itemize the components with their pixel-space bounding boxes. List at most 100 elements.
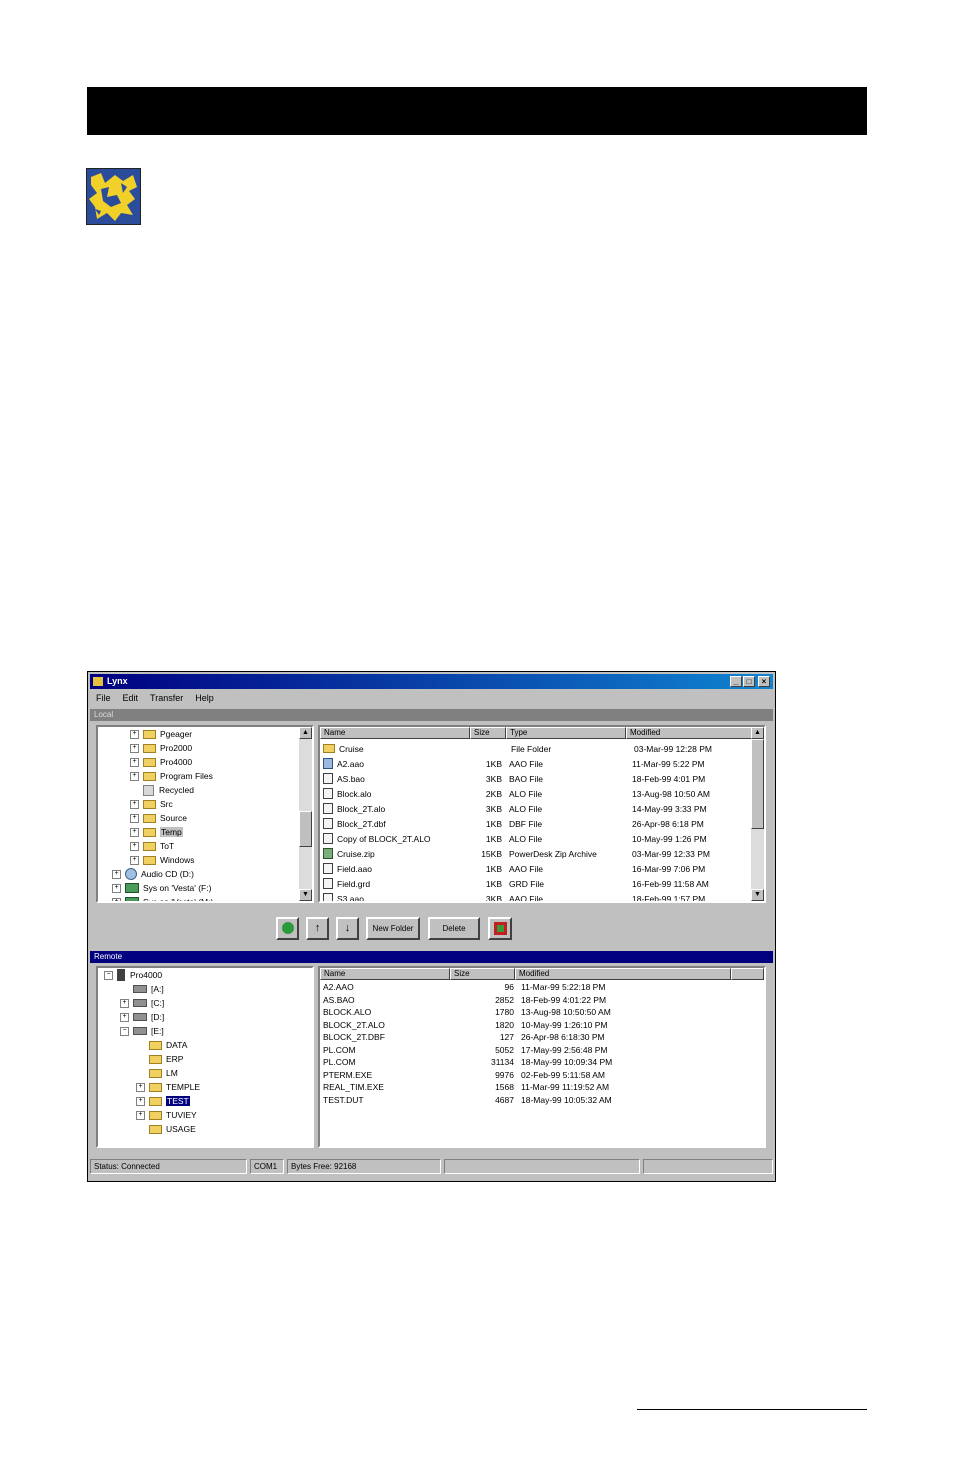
download-button[interactable]: ↓ bbox=[336, 917, 359, 940]
tree-item[interactable]: + Source bbox=[130, 811, 187, 825]
tree-item[interactable]: − [E:] bbox=[120, 1024, 164, 1038]
file-row[interactable]: BLOCK_2T.ALO 1820 10-May-99 1:26:10 PM bbox=[320, 1019, 737, 1032]
file-row[interactable]: REAL_TIM.EXE 1568 11-Mar-99 11:19:52 AM bbox=[320, 1081, 737, 1094]
column-header-modified[interactable]: Modified bbox=[515, 968, 731, 980]
file-row[interactable]: AS.bao 3KB BAO File 18-Feb-99 4:01 PM bbox=[320, 771, 761, 786]
column-header-size[interactable]: Size bbox=[450, 968, 515, 980]
file-row[interactable]: BLOCK_2T.DBF 127 26-Apr-98 6:18:30 PM bbox=[320, 1031, 737, 1044]
expand-toggle-icon[interactable]: + bbox=[130, 771, 139, 781]
tree-item[interactable]: + Windows bbox=[130, 853, 194, 867]
delete-button[interactable]: Delete bbox=[428, 917, 480, 940]
tree-item[interactable]: + Src bbox=[130, 797, 173, 811]
expand-toggle-icon[interactable]: − bbox=[120, 1026, 129, 1036]
file-size: 1KB bbox=[485, 833, 502, 844]
tree-item[interactable]: LM bbox=[136, 1066, 178, 1080]
local-tree-scrollbar[interactable]: ▲ ▼ bbox=[299, 727, 312, 901]
refresh-button[interactable] bbox=[276, 917, 299, 940]
tree-item[interactable]: + ToT bbox=[130, 839, 174, 853]
file-row[interactable]: PL.COM 5052 17-May-99 2:56:48 PM bbox=[320, 1044, 737, 1057]
expand-toggle-icon[interactable]: − bbox=[104, 970, 113, 980]
menu-help[interactable]: Help bbox=[195, 693, 214, 703]
expand-toggle-icon[interactable]: + bbox=[136, 1082, 145, 1092]
network-drive-icon bbox=[125, 883, 139, 893]
tree-item[interactable]: + Pro2000 bbox=[130, 741, 192, 755]
tree-item[interactable]: + TEMPLE bbox=[136, 1080, 200, 1094]
menu-file[interactable]: File bbox=[96, 693, 111, 703]
new-folder-button[interactable]: New Folder bbox=[366, 917, 420, 940]
file-row[interactable]: BLOCK.ALO 1780 13-Aug-98 10:50:50 AM bbox=[320, 1006, 737, 1019]
disconnect-button[interactable] bbox=[488, 917, 512, 940]
file-row[interactable]: AS.BAO 2852 18-Feb-99 4:01:22 PM bbox=[320, 994, 737, 1007]
file-row[interactable]: Block_2T.dbf 1KB DBF File 26-Apr-98 6:18 PM bbox=[320, 816, 761, 831]
file-row[interactable]: Field.grd 1KB GRD File 16-Feb-99 11:58 AM bbox=[320, 876, 761, 891]
maximize-button[interactable]: □ bbox=[743, 676, 755, 687]
file-row[interactable]: S3.aao 3KB AAO File 18-Feb-99 1:57 PM bbox=[320, 891, 761, 901]
expand-toggle-icon[interactable]: + bbox=[136, 1096, 145, 1106]
tree-item[interactable]: + TEST bbox=[136, 1094, 190, 1108]
scroll-down-arrow-icon[interactable]: ▼ bbox=[751, 889, 764, 901]
expand-toggle-icon[interactable]: + bbox=[136, 1110, 145, 1120]
file-row[interactable]: Cruise.zip 15KB PowerDesk Zip Archive 03-Ma… bbox=[320, 846, 761, 861]
minimize-button[interactable]: _ bbox=[730, 676, 742, 687]
tree-item[interactable]: DATA bbox=[136, 1038, 187, 1052]
expand-toggle-icon[interactable]: + bbox=[112, 869, 121, 879]
tree-item[interactable]: USAGE bbox=[136, 1122, 196, 1136]
tree-item[interactable]: Recycled bbox=[130, 783, 194, 797]
file-row[interactable]: Block.alo 2KB ALO File 13-Aug-98 10:50 AM bbox=[320, 786, 761, 801]
expand-toggle-icon[interactable]: + bbox=[130, 855, 139, 865]
file-row[interactable]: PTERM.EXE 9976 02-Feb-99 5:11:58 AM bbox=[320, 1069, 737, 1082]
tree-item[interactable]: [A:] bbox=[120, 982, 164, 996]
expand-toggle-icon[interactable]: + bbox=[130, 743, 139, 753]
tree-item[interactable]: + Audio CD (D:) bbox=[112, 867, 194, 881]
file-row[interactable]: PL.COM 31134 18-May-99 10:09:34 PM bbox=[320, 1056, 737, 1069]
column-header-size[interactable]: Size bbox=[470, 727, 506, 739]
tree-item[interactable]: + Program Files bbox=[130, 769, 213, 783]
tree-item[interactable]: + Sys on 'Vesta' (F:) bbox=[112, 881, 211, 895]
tree-item[interactable]: + Pgeager bbox=[130, 727, 192, 741]
file-row[interactable]: Cruise File Folder 03-Mar-99 12:28 PM bbox=[320, 741, 763, 756]
remote-file-list[interactable]: Name Size Modified A2.AAO 96 11-Mar-99 5:2… bbox=[318, 966, 766, 1148]
tree-item[interactable]: ERP bbox=[136, 1052, 183, 1066]
scroll-thumb[interactable] bbox=[751, 739, 764, 829]
expand-toggle-icon[interactable]: + bbox=[112, 897, 121, 901]
local-list-scrollbar[interactable]: ▲ ▼ bbox=[751, 727, 764, 901]
file-row[interactable]: Block_2T.alo 3KB ALO File 14-May-99 3:33 PM bbox=[320, 801, 761, 816]
file-row[interactable]: A2.AAO 96 11-Mar-99 5:22:18 PM bbox=[320, 981, 737, 994]
file-row[interactable]: A2.aao 1KB AAO File 11-Mar-99 5:22 PM bbox=[320, 756, 761, 771]
tree-item[interactable]: + Temp bbox=[130, 825, 183, 839]
expand-toggle-icon[interactable]: + bbox=[130, 729, 139, 739]
expand-toggle-icon[interactable]: + bbox=[112, 883, 121, 893]
column-header-type[interactable]: Type bbox=[506, 727, 626, 739]
scroll-down-arrow-icon[interactable]: ▼ bbox=[299, 889, 312, 901]
scroll-up-arrow-icon[interactable]: ▲ bbox=[751, 727, 764, 739]
expand-toggle-icon[interactable]: + bbox=[130, 841, 139, 851]
file-row[interactable]: Field.aao 1KB AAO File 16-Mar-99 7:06 PM bbox=[320, 861, 761, 876]
tree-item[interactable]: + [D:] bbox=[120, 1010, 164, 1024]
column-header-modified[interactable]: Modified bbox=[626, 727, 755, 739]
tree-item[interactable]: + Sys on 'Vesta' (M:) bbox=[112, 895, 213, 901]
tree-item[interactable]: + Pro4000 bbox=[130, 755, 192, 769]
expand-toggle-icon[interactable]: + bbox=[120, 1012, 129, 1022]
file-row[interactable]: Copy of BLOCK_2T.ALO 1KB ALO File 10-May-99… bbox=[320, 831, 761, 846]
scroll-thumb[interactable] bbox=[299, 811, 312, 847]
menu-transfer[interactable]: Transfer bbox=[150, 693, 183, 703]
scroll-up-arrow-icon[interactable]: ▲ bbox=[299, 727, 312, 739]
expand-toggle-icon[interactable]: + bbox=[120, 998, 129, 1008]
tree-item[interactable]: − Pro4000 bbox=[104, 968, 162, 982]
column-header-name[interactable]: Name bbox=[320, 968, 450, 980]
local-folder-tree[interactable]: + Pgeager + Pro2000 + Pro4000 + Program Files Re… bbox=[96, 725, 314, 903]
expand-toggle-icon[interactable]: + bbox=[130, 813, 139, 823]
expand-toggle-icon[interactable]: + bbox=[130, 799, 139, 809]
menu-edit[interactable]: Edit bbox=[123, 693, 139, 703]
tree-item[interactable]: + [C:] bbox=[120, 996, 164, 1010]
remote-folder-tree[interactable]: − Pro4000 [A:] + [C:] + [D:] − [E:] DATA ERP LM + TEM… bbox=[96, 966, 314, 1148]
local-file-list[interactable]: Name Size Type Modified Cruise File Folde… bbox=[318, 725, 766, 903]
upload-button[interactable]: ↑ bbox=[306, 917, 329, 940]
tree-item-label: DATA bbox=[166, 1040, 188, 1050]
expand-toggle-icon[interactable]: + bbox=[130, 827, 139, 837]
expand-toggle-icon[interactable]: + bbox=[130, 757, 139, 767]
tree-item[interactable]: + TUVIEY bbox=[136, 1108, 197, 1122]
column-header-name[interactable]: Name bbox=[320, 727, 470, 739]
close-button[interactable]: × bbox=[758, 676, 770, 687]
file-row[interactable]: TEST.DUT 4687 18-May-99 10:05:32 AM bbox=[320, 1094, 737, 1107]
